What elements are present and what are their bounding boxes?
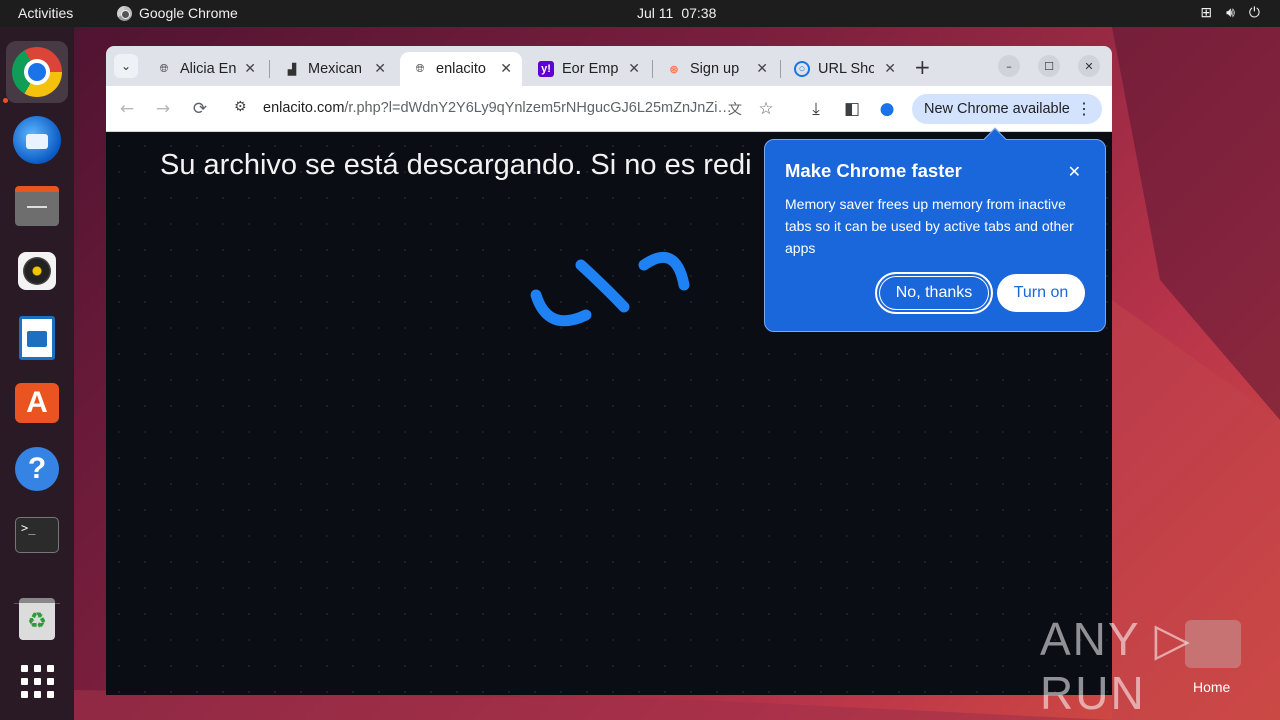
tab-5[interactable]: ○ URL Sho ✕ — [782, 52, 906, 86]
thunderbird-icon — [13, 116, 61, 164]
trash-icon: ♻ — [19, 598, 55, 640]
tab-3[interactable]: y! Eor Emp ✕ — [526, 52, 650, 86]
clock-date: Jul 11 — [637, 5, 674, 21]
new-chrome-available-button[interactable]: New Chrome available ⋮ — [912, 94, 1102, 124]
minimize-button[interactable]: – — [998, 55, 1020, 77]
download-icon[interactable]: ⤓ — [805, 98, 827, 120]
terminal-icon: >_ — [15, 517, 59, 553]
site-info-icon[interactable]: ⚙ — [234, 99, 247, 115]
tab-title: Sign up — [690, 61, 740, 77]
rhythmbox-icon — [18, 252, 56, 290]
address-bar[interactable]: ⚙ enlacito.com/r.php?l=dWdnY2Y6Ly9qYnlze… — [224, 94, 754, 124]
maximize-button[interactable]: ☐ — [1038, 55, 1060, 77]
tab-title: Alicia En — [180, 61, 237, 77]
turn-on-button[interactable]: Turn on — [997, 274, 1085, 312]
power-icon: ⏻ — [1248, 4, 1260, 20]
dock-files[interactable] — [6, 175, 68, 237]
url-host: enlacito.com — [263, 100, 345, 116]
new-chrome-label: New Chrome available — [924, 101, 1070, 117]
grid-icon — [20, 664, 54, 698]
dock: A ? >_ ♻ — [0, 27, 74, 720]
tab-separator — [652, 60, 653, 78]
clock[interactable]: Jul 11 07:38 — [637, 5, 716, 21]
app-name: Google Chrome — [139, 5, 238, 21]
anyrun-watermark: ANY ▷ RUN — [1040, 613, 1192, 719]
download-message: Su archivo se está descargando. Si no es… — [160, 149, 752, 181]
memory-saver-popup: Make Chrome faster ✕ Memory saver frees … — [764, 127, 1106, 332]
tab-1[interactable]: ▟ Mexican ✕ — [272, 52, 396, 86]
shortener-icon: ○ — [794, 61, 810, 77]
writer-icon — [19, 316, 55, 360]
dock-help[interactable]: ? — [6, 438, 68, 500]
tab-title: Eor Emp — [562, 61, 619, 77]
running-indicator — [3, 98, 8, 103]
popup-body: Memory saver frees up memory from inacti… — [785, 196, 1074, 256]
hubspot-icon: ⊛ — [669, 63, 679, 76]
chevron-down-icon: ⌄ — [120, 59, 132, 73]
chrome-icon — [117, 5, 132, 21]
toolbar: ← → ⟳ ⚙ enlacito.com/r.php?l=dWdnY2Y6Ly9… — [106, 86, 1112, 132]
translate-icon[interactable]: 文 — [724, 98, 746, 120]
close-icon[interactable]: ✕ — [244, 60, 256, 77]
popup-title: Make Chrome faster — [785, 160, 962, 181]
globe-icon: 🌐︎ — [415, 62, 425, 75]
tab-4[interactable]: ⊛ Sign up ✕ — [654, 52, 778, 86]
no-thanks-button[interactable]: No, thanks — [875, 272, 993, 314]
url-text[interactable]: enlacito.com/r.php?l=dWdnY2Y6Ly9qYnlzem5… — [263, 100, 732, 116]
yahoo-icon: y! — [538, 61, 554, 77]
new-tab-button[interactable]: + — [914, 55, 931, 79]
dock-writer[interactable] — [6, 307, 68, 369]
tab-2[interactable]: 🌐︎ enlacito ✕ — [400, 52, 522, 86]
bookmark-star-icon[interactable]: ☆ — [755, 98, 777, 120]
loading-spinner-icon — [530, 251, 690, 327]
chart-icon: ▟ — [287, 63, 297, 76]
top-bar: Activities Google Chrome Jul 11 07:38 ⊞ … — [0, 0, 1280, 27]
back-button[interactable]: ← — [116, 98, 138, 120]
close-icon[interactable]: ✕ — [374, 60, 386, 77]
close-icon[interactable]: ✕ — [884, 60, 896, 77]
files-icon — [15, 186, 59, 226]
close-icon[interactable]: ✕ — [628, 60, 640, 77]
show-apps-button[interactable] — [6, 650, 68, 712]
tab-0[interactable]: 🌐︎ Alicia En ✕ — [144, 52, 266, 86]
chrome-icon — [12, 47, 62, 97]
side-panel-icon[interactable]: ◧ — [841, 98, 863, 120]
tab-separator — [269, 60, 270, 78]
dock-terminal[interactable]: >_ — [6, 504, 68, 566]
dock-thunderbird[interactable] — [6, 109, 68, 171]
tab-title: URL Sho — [818, 61, 874, 77]
app-menu[interactable]: Google Chrome — [117, 5, 238, 21]
tab-strip: ⌄ 🌐︎ Alicia En ✕ ▟ Mexican ✕ 🌐︎ enlacito… — [106, 46, 1112, 86]
close-icon[interactable]: ✕ — [500, 60, 512, 77]
dock-trash[interactable]: ♻ — [6, 588, 68, 650]
dock-chrome[interactable] — [6, 41, 68, 103]
url-path: /r.php?l=dWdnY2Y6Ly9qYnlzem5rNHgucGJ6L25… — [344, 100, 732, 116]
reload-button[interactable]: ⟳ — [189, 98, 211, 120]
system-tray[interactable]: ⊞ 🔊︎ ⏻ — [1200, 4, 1260, 21]
more-icon: ⋮ — [1076, 101, 1092, 118]
volume-icon: 🔊︎ — [1226, 4, 1235, 20]
dock-rhythmbox[interactable] — [6, 240, 68, 302]
tab-title: Mexican — [308, 61, 362, 77]
close-icon[interactable]: ✕ — [1068, 162, 1081, 182]
close-icon[interactable]: ✕ — [756, 60, 768, 77]
clock-time: 07:38 — [681, 5, 717, 21]
tab-search-button[interactable]: ⌄ — [114, 54, 138, 78]
app-center-icon: A — [15, 383, 59, 423]
network-icon: ⊞ — [1200, 4, 1213, 20]
tab-title: enlacito — [436, 61, 486, 77]
globe-icon: 🌐︎ — [159, 62, 169, 75]
tab-separator — [780, 60, 781, 78]
activities-button[interactable]: Activities — [18, 5, 73, 21]
forward-button[interactable]: → — [152, 98, 174, 120]
dock-app-center[interactable]: A — [6, 372, 68, 434]
close-window-button[interactable]: ✕ — [1078, 55, 1100, 77]
profile-icon[interactable]: ● — [876, 98, 898, 120]
help-icon: ? — [15, 447, 59, 491]
